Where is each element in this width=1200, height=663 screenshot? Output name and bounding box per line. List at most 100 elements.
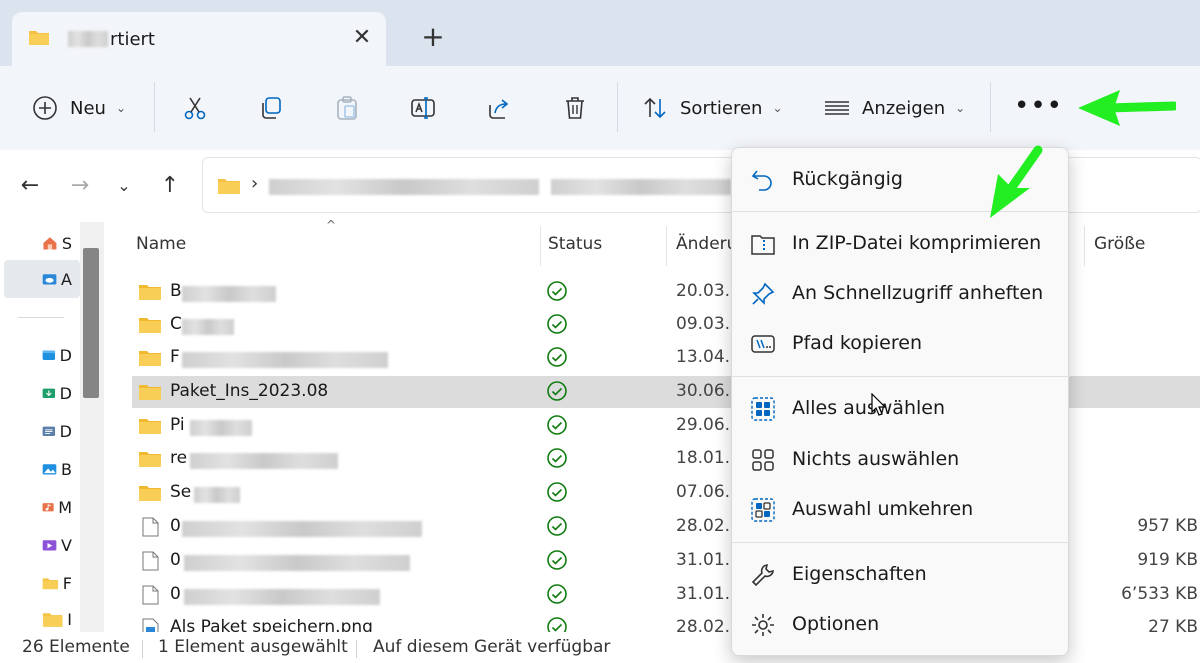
up-button[interactable]: ↑ bbox=[158, 174, 182, 198]
invert-selection-icon bbox=[751, 498, 775, 522]
paste-button[interactable] bbox=[334, 88, 360, 128]
view-button[interactable]: Anzeigen ⌄ bbox=[824, 88, 965, 128]
rename-icon bbox=[411, 97, 435, 119]
menu-item-properties[interactable]: Eigenschaften bbox=[732, 550, 1070, 598]
nav-item-music[interactable]: M bbox=[42, 494, 72, 520]
synced-check-icon bbox=[547, 347, 567, 367]
home-icon bbox=[43, 237, 57, 250]
status-divider bbox=[356, 640, 357, 658]
column-header-status[interactable]: Status bbox=[548, 234, 602, 254]
file-name: 0 bbox=[170, 584, 181, 604]
tab-current-folder[interactable]: rtiert ✕ bbox=[12, 12, 386, 66]
see-more-button[interactable]: ••• bbox=[1014, 93, 1063, 119]
music-folder-icon bbox=[42, 503, 54, 512]
file-name-redacted bbox=[194, 487, 240, 503]
nav-scrollbar-thumb[interactable] bbox=[83, 248, 99, 398]
menu-item-invert-selection[interactable]: Auswahl umkehren bbox=[732, 485, 1070, 533]
forward-button[interactable]: → bbox=[68, 174, 92, 198]
share-icon bbox=[489, 99, 509, 119]
pin-icon bbox=[752, 282, 775, 305]
chevron-down-icon: ⌄ bbox=[772, 101, 783, 115]
column-divider[interactable] bbox=[666, 226, 667, 266]
synced-check-icon bbox=[547, 448, 567, 468]
nav-item-downloads[interactable]: D bbox=[42, 380, 72, 406]
menu-item-label: Alles auswählen bbox=[792, 397, 946, 419]
breadcrumb-redacted bbox=[551, 179, 731, 195]
folder-icon bbox=[139, 452, 161, 467]
selection-count: 1 Element ausgewählt bbox=[158, 637, 348, 657]
annotation-arrow-down-left-icon bbox=[990, 145, 1043, 218]
breadcrumb-separator: › bbox=[251, 173, 259, 194]
plus-circle-icon bbox=[33, 96, 57, 120]
nav-divider bbox=[18, 317, 64, 318]
menu-item-options[interactable]: Optionen bbox=[732, 600, 1070, 648]
nav-item-documents[interactable]: D bbox=[42, 418, 72, 444]
folder-icon bbox=[139, 419, 161, 434]
tab-title-redacted bbox=[68, 31, 108, 47]
file-name-redacted bbox=[182, 286, 276, 302]
folder-icon bbox=[139, 486, 161, 501]
column-divider[interactable] bbox=[540, 226, 541, 266]
file-size: 6’533 KB bbox=[1121, 584, 1198, 604]
rename-button[interactable] bbox=[410, 88, 436, 128]
menu-item-label: Pfad kopieren bbox=[792, 332, 922, 354]
menu-item-label: Optionen bbox=[792, 613, 880, 635]
file-name: Se bbox=[170, 482, 192, 502]
file-name: Als Paket speichern.png bbox=[170, 617, 373, 632]
nav-item-home[interactable]: S bbox=[42, 230, 72, 256]
file-name: Pi bbox=[170, 415, 185, 435]
menu-item-zip[interactable]: In ZIP-Datei komprimieren bbox=[732, 219, 1070, 267]
gear-icon bbox=[752, 614, 774, 636]
view-button-label: Anzeigen bbox=[862, 97, 946, 119]
new-button[interactable]: Neu ⌄ bbox=[32, 88, 126, 128]
menu-item-pin[interactable]: An Schnellzugriff anheften bbox=[732, 269, 1070, 317]
menu-item-copy-path[interactable]: Pfad kopieren bbox=[732, 319, 1070, 367]
synced-check-icon bbox=[547, 516, 567, 536]
nav-item-videos[interactable]: V bbox=[42, 532, 72, 558]
menu-item-select-none[interactable]: Nichts auswählen bbox=[732, 435, 1070, 483]
menu-item-select-all[interactable]: Alles auswählen bbox=[732, 384, 1070, 432]
downloads-folder-icon bbox=[42, 388, 56, 398]
column-divider[interactable] bbox=[1084, 226, 1085, 266]
mouse-cursor-icon bbox=[871, 393, 887, 416]
nav-item-desktop[interactable]: D bbox=[42, 342, 72, 368]
sort-arrows-icon bbox=[644, 97, 666, 119]
nav-item-label: D bbox=[59, 383, 72, 403]
back-button[interactable]: ← bbox=[18, 174, 42, 198]
folder-icon bbox=[139, 385, 161, 400]
nav-item-pictures[interactable]: B bbox=[42, 456, 72, 482]
copy-button[interactable] bbox=[258, 88, 284, 128]
nav-item-folder[interactable]: F bbox=[42, 570, 72, 596]
image-file-icon bbox=[142, 618, 159, 632]
nav-item-folder[interactable]: I bbox=[42, 606, 72, 632]
new-tab-button[interactable]: + bbox=[418, 22, 448, 52]
nav-item-label: B bbox=[61, 459, 72, 479]
share-button[interactable] bbox=[486, 88, 512, 128]
chevron-down-icon: ⌄ bbox=[115, 101, 127, 115]
menu-item-label: Auswahl umkehren bbox=[792, 498, 974, 520]
view-lines-icon bbox=[825, 101, 849, 115]
column-header-size[interactable]: Größe bbox=[1094, 234, 1145, 254]
sort-button-label: Sortieren bbox=[680, 97, 763, 119]
clipboard-icon bbox=[337, 96, 357, 120]
delete-button[interactable] bbox=[562, 88, 588, 128]
file-name-redacted bbox=[182, 319, 234, 335]
menu-item-label: Rückgängig bbox=[792, 168, 903, 190]
nav-item-cloud[interactable]: A bbox=[42, 266, 72, 292]
desktop-folder-icon bbox=[42, 350, 56, 360]
cloud-folder-icon bbox=[42, 274, 57, 285]
column-header-date[interactable]: Änderu bbox=[676, 234, 737, 254]
chevron-down-icon: ⌄ bbox=[955, 101, 966, 115]
toolbar-divider bbox=[990, 82, 991, 132]
column-header-name[interactable]: Name bbox=[136, 234, 186, 254]
annotation-arrow-left-icon bbox=[1078, 90, 1176, 126]
sort-button[interactable]: Sortieren ⌄ bbox=[642, 88, 783, 128]
folder-icon bbox=[139, 285, 161, 300]
recent-locations-button[interactable]: ⌄ bbox=[112, 174, 136, 198]
folder-icon bbox=[139, 318, 161, 333]
documents-folder-icon bbox=[42, 426, 56, 436]
close-tab-button[interactable]: ✕ bbox=[348, 24, 376, 52]
nav-item-label: I bbox=[67, 609, 72, 629]
cut-button[interactable] bbox=[182, 88, 208, 128]
file-name: F bbox=[170, 347, 180, 367]
